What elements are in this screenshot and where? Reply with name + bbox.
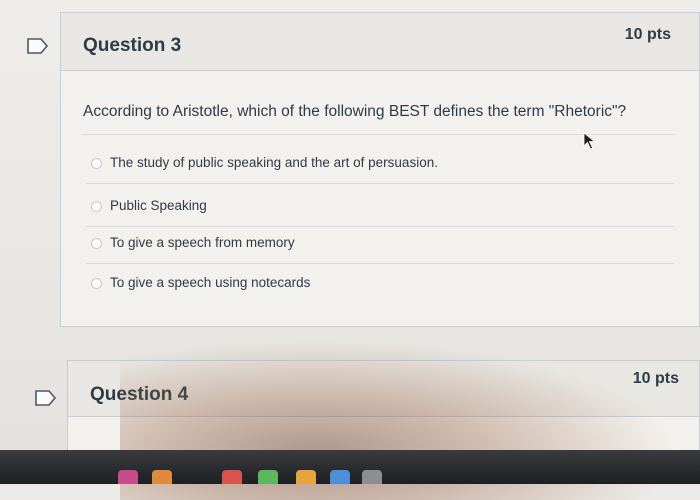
question-3-title: Question 3 [83, 35, 182, 56]
answer-label: Public Speaking [110, 198, 207, 213]
screen-bezel [0, 450, 700, 484]
question-4-card: Question 4 10 pts [67, 360, 700, 460]
radio-button[interactable] [91, 158, 102, 169]
question-4-title: Question 4 [90, 384, 189, 405]
flag-question-3-icon[interactable] [27, 38, 49, 54]
question-4-points: 10 pts [632, 370, 679, 387]
answer-option-3[interactable]: To give a speech from memory [86, 233, 674, 264]
question-3-header: Question 3 10 pts [61, 13, 699, 71]
mouse-pointer-icon [583, 132, 596, 150]
question-3-points: 10 pts [624, 26, 671, 43]
dock-app-icon[interactable] [152, 470, 172, 484]
answer-option-2[interactable]: Public Speaking [86, 196, 674, 227]
question-4-header: Question 4 10 pts [68, 361, 699, 417]
answer-option-1[interactable]: The study of public speaking and the art… [86, 153, 674, 184]
dock-app-icon[interactable] [330, 470, 350, 484]
answer-label: To give a speech from memory [110, 235, 295, 250]
answer-option-4[interactable]: To give a speech using notecards [86, 273, 674, 303]
quiz-page: Question 3 10 pts According to Aristotle… [0, 0, 700, 500]
radio-button[interactable] [91, 238, 102, 249]
dock-app-icon[interactable] [258, 470, 278, 484]
flag-question-4-icon[interactable] [35, 390, 57, 406]
answer-label: To give a speech using notecards [110, 275, 311, 290]
radio-button[interactable] [91, 201, 102, 212]
radio-button[interactable] [91, 278, 102, 289]
answer-label: The study of public speaking and the art… [110, 155, 438, 170]
dock-app-icon[interactable] [362, 470, 382, 484]
dock-app-icon[interactable] [118, 470, 138, 484]
question-3-card: Question 3 10 pts According to Aristotle… [60, 12, 700, 327]
dock-app-icon[interactable] [296, 470, 316, 484]
dock-app-icon[interactable] [222, 470, 242, 484]
question-3-text: According to Aristotle, which of the fol… [83, 103, 627, 120]
